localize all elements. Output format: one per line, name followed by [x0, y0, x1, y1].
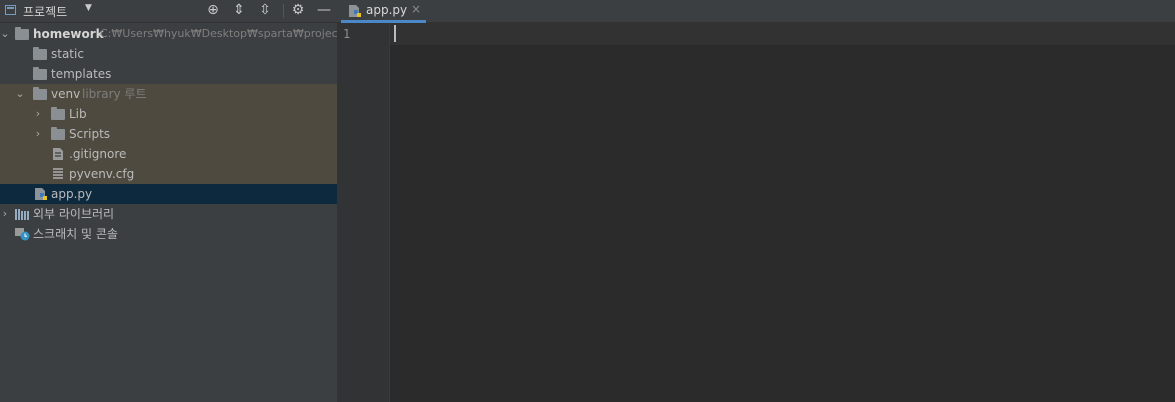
tree-item-label: app.py: [51, 187, 93, 201]
config-file-icon: [53, 168, 63, 179]
project-panel-header: 프로젝트 ▼ ⊕ ⇕ ⇳ ⚙ —: [0, 0, 337, 23]
tree-item-label: templates: [51, 67, 112, 81]
folder-icon: [33, 87, 47, 100]
library-icon: [15, 209, 29, 220]
minimize-icon[interactable]: —: [315, 1, 333, 19]
tree-item-label: Scripts: [69, 127, 111, 141]
python-file-icon: [35, 188, 47, 200]
tree-item-path: C:₩Users₩hyuk₩Desktop₩sparta₩projects₩: [100, 27, 359, 40]
tree-item-label: 스크래치 및 콘솔: [33, 227, 118, 241]
line-number: 1: [343, 27, 351, 41]
project-view-icon: [5, 5, 16, 15]
tree-item-external-libraries[interactable]: › 외부 라이브러리: [0, 204, 337, 224]
tree-item-static[interactable]: static: [0, 44, 337, 64]
tree-item-label: Lib: [69, 107, 87, 121]
chevron-down-icon[interactable]: ⌄: [0, 24, 10, 44]
folder-icon: [15, 27, 29, 40]
gitignore-file-icon: [53, 148, 63, 160]
text-caret: [394, 25, 396, 42]
tree-item-label: homework: [33, 27, 104, 41]
toolbar-divider: [283, 4, 284, 18]
chevron-right-icon[interactable]: ›: [33, 104, 43, 124]
chevron-down-icon[interactable]: ⌄: [15, 84, 25, 104]
tree-item-pyvenv[interactable]: pyvenv.cfg: [0, 164, 337, 184]
tree-item-homework[interactable]: ⌄ homework C:₩Users₩hyuk₩Desktop₩sparta₩…: [0, 24, 359, 44]
scratch-console-icon: [15, 228, 30, 241]
editor-gutter: 1: [337, 23, 390, 402]
gear-icon[interactable]: ⚙: [289, 1, 307, 19]
python-file-icon: [349, 5, 361, 17]
tree-item-label: venv: [51, 87, 81, 101]
expand-all-icon[interactable]: ⇕: [230, 1, 248, 19]
locate-icon[interactable]: ⊕: [204, 1, 222, 19]
close-icon[interactable]: ×: [411, 2, 421, 16]
tree-item-note: library 루트: [82, 87, 147, 101]
tree-item-label: 외부 라이브러리: [33, 207, 115, 221]
tree-item-templates[interactable]: templates: [0, 64, 337, 84]
folder-icon: [33, 47, 47, 60]
chevron-right-icon[interactable]: ›: [0, 204, 10, 224]
tree-item-label: .gitignore: [69, 147, 127, 161]
chevron-right-icon[interactable]: ›: [33, 124, 43, 144]
tree-item-label: static: [51, 47, 84, 61]
folder-icon: [51, 127, 65, 140]
folder-icon: [51, 107, 65, 120]
tree-item-app-py[interactable]: app.py: [0, 184, 337, 204]
tab-label: app.py: [366, 3, 408, 17]
project-panel-title[interactable]: 프로젝트: [23, 3, 67, 20]
tree-item-venv[interactable]: ⌄ venv library 루트: [0, 84, 337, 104]
tree-item-lib[interactable]: › Lib: [0, 104, 337, 124]
collapse-all-icon[interactable]: ⇳: [256, 1, 274, 19]
view-dropdown-icon[interactable]: ▼: [85, 3, 92, 13]
tree-item-gitignore[interactable]: .gitignore: [0, 144, 337, 164]
folder-icon: [33, 67, 47, 80]
tree-item-scratches[interactable]: 스크래치 및 콘솔: [0, 224, 337, 244]
project-panel: 프로젝트 ▼ ⊕ ⇕ ⇳ ⚙ — ⌄ homework C:₩Users₩hyu…: [0, 0, 359, 402]
editor-tab-bar: app.py ×: [337, 0, 1175, 23]
tab-app-py[interactable]: app.py ×: [341, 0, 426, 23]
current-line-highlight[interactable]: [390, 23, 1175, 45]
tree-item-scripts[interactable]: › Scripts: [0, 124, 337, 144]
tree-item-label: pyvenv.cfg: [69, 167, 135, 181]
